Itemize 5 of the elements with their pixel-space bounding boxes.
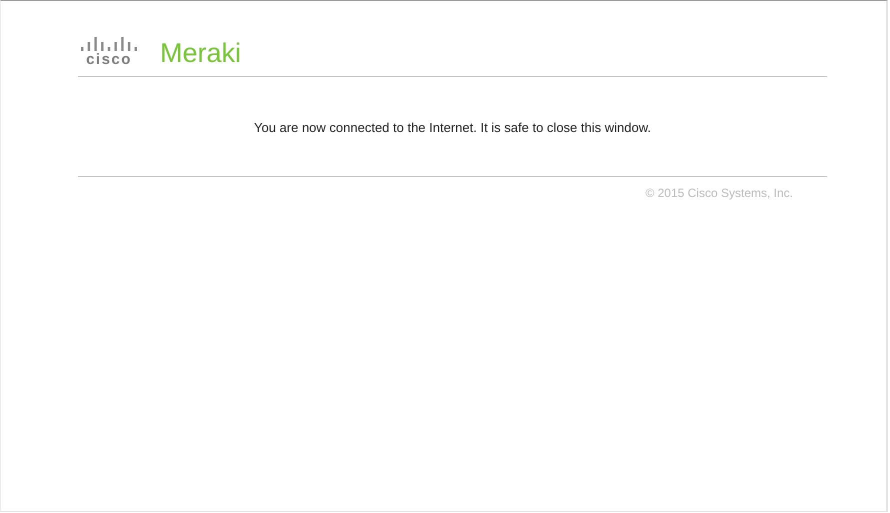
status-message: You are now connected to the Internet. It is safe to close this window. — [253, 119, 652, 137]
cisco-bars-icon — [80, 37, 138, 51]
copyright-text: © 2015 Cisco Systems, Inc. — [645, 186, 793, 200]
cisco-logo-text: cisco — [86, 52, 132, 68]
product-title: Meraki — [160, 38, 242, 68]
